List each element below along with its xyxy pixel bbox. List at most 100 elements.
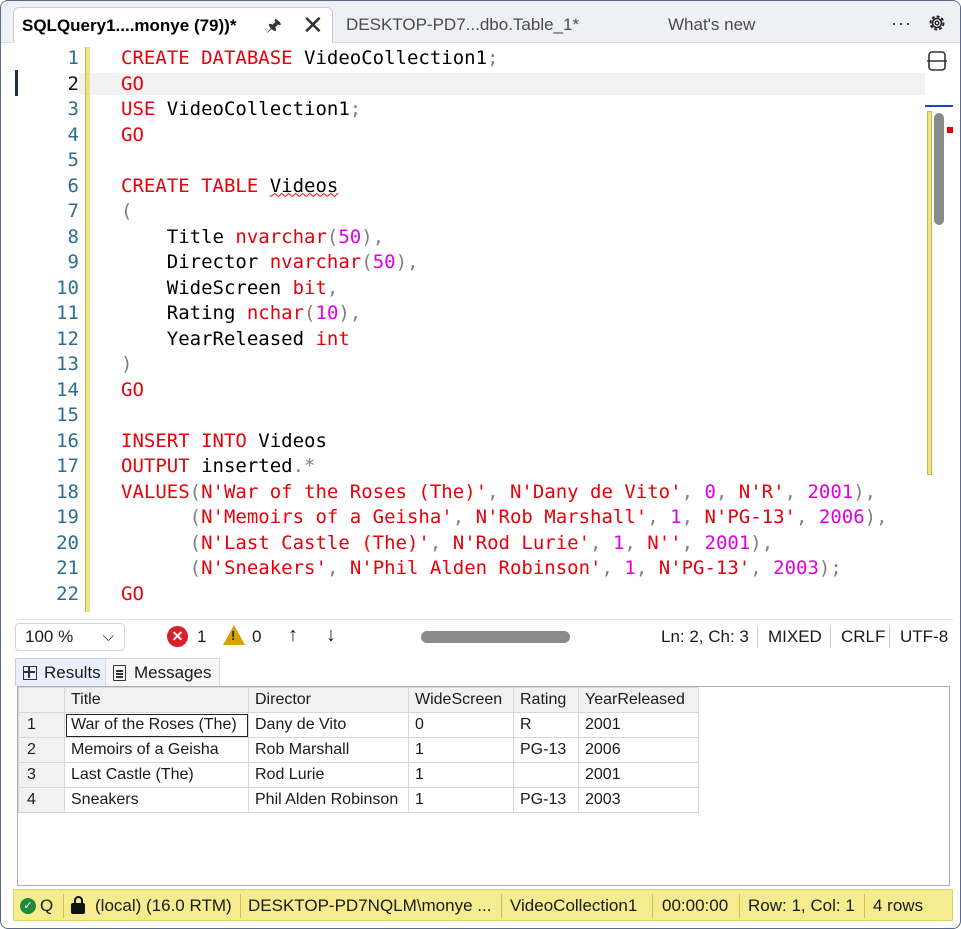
table-cell[interactable]: PG-13 (513, 787, 579, 813)
zoom-dropdown[interactable]: 100 % ⌵ (15, 623, 125, 651)
code-line[interactable]: 10 WideScreen bit, (15, 276, 915, 302)
code-token: nvarchar (269, 251, 362, 273)
code-line[interactable]: 3 USE VideoCollection1; (15, 97, 915, 123)
code-line[interactable]: 4 GO (15, 123, 915, 149)
line-ending-mode[interactable]: MIXED (768, 627, 822, 647)
tab-sqlquery1[interactable]: SQLQuery1....monye (79))* 🖈 ✕ (13, 7, 333, 43)
gear-icon[interactable] (927, 13, 947, 33)
encoding[interactable]: UTF-8 (900, 627, 948, 647)
ssms-window: SQLQuery1....monye (79))* 🖈 ✕ DESKTOP-PD… (0, 0, 961, 929)
table-cell[interactable]: Dany de Vito (248, 712, 409, 738)
database-name[interactable]: VideoCollection1 (510, 896, 637, 916)
line-number: 17 (56, 455, 79, 477)
code-token: GO (121, 582, 144, 605)
line-number: 3 (67, 98, 79, 120)
tab-whats-new[interactable]: What's new (668, 7, 755, 43)
code-line[interactable]: 20 (N'Last Castle (The)', N'Rod Lurie', … (15, 531, 915, 557)
code-token: , (452, 506, 476, 528)
split-editor-icon[interactable] (925, 49, 949, 73)
code-line[interactable]: 7( (15, 199, 915, 225)
row-number-header[interactable] (18, 687, 65, 713)
code-line[interactable]: 15 (15, 403, 915, 429)
code-line[interactable]: 13) (15, 352, 915, 378)
code-line[interactable]: 17 OUTPUT inserted.* (15, 454, 915, 480)
horizontal-scroll-thumb[interactable] (421, 631, 570, 643)
code-line[interactable]: 18 VALUES(N'War of the Roses (The)', N'Da… (15, 480, 915, 506)
error-icon[interactable]: ✕ (167, 626, 188, 647)
query-editor[interactable]: 1 CREATE DATABASE VideoCollection1; 2 GO 3 US… (15, 44, 953, 617)
server-version[interactable]: (local) (16.0 RTM) (95, 896, 232, 916)
table-cell[interactable]: Sneakers (64, 787, 249, 813)
code-token: , (681, 506, 705, 528)
table-cell[interactable]: PG-13 (513, 737, 579, 763)
column-header[interactable]: WideScreen (408, 687, 514, 713)
error-count[interactable]: 1 (197, 627, 206, 647)
line-number: 10 (56, 276, 79, 299)
tab-table-designer[interactable]: DESKTOP-PD7...dbo.Table_1* (346, 7, 579, 43)
table-cell[interactable]: 2006 (578, 737, 699, 763)
table-cell[interactable] (513, 762, 579, 788)
tab-results[interactable]: Results (15, 658, 110, 686)
vertical-scrollbar[interactable] (925, 105, 953, 475)
close-icon[interactable]: ✕ (302, 7, 324, 43)
arrow-up-icon[interactable]: ↑ (288, 624, 298, 647)
code-line[interactable]: 19 (N'Memoirs of a Geisha', N'Rob Marsha… (15, 505, 915, 531)
code-token: 1 (670, 506, 682, 528)
code-token: INSERT INTO (121, 429, 247, 452)
table-cell[interactable]: Last Castle (The) (64, 762, 249, 788)
table-cell[interactable]: R (513, 712, 579, 738)
code-token: , (647, 506, 671, 528)
table-cell[interactable]: 2003 (578, 787, 699, 813)
code-token: 2001 (704, 531, 751, 554)
code-line[interactable]: 12 YearReleased int (15, 327, 915, 353)
row-number[interactable]: 1 (18, 712, 65, 738)
more-options-icon[interactable]: ··· (891, 13, 912, 34)
table-cell[interactable]: 1 (408, 737, 514, 763)
table-cell[interactable]: 2001 (578, 712, 699, 738)
code-line[interactable]: 1 CREATE DATABASE VideoCollection1; (15, 46, 915, 72)
line-ending[interactable]: CRLF (841, 627, 885, 647)
code-token: N'Memoirs of a Geisha' (201, 506, 453, 528)
code-line[interactable]: 11 Rating nchar(10), (15, 301, 915, 327)
scroll-thumb[interactable] (934, 113, 944, 225)
tab-messages[interactable]: Messages (105, 658, 221, 686)
caret-position[interactable]: Ln: 2, Ch: 3 (661, 627, 749, 647)
results-grid[interactable]: Title Director WideScreen Rating YearRel… (17, 686, 950, 886)
table-cell[interactable]: Rob Marshall (248, 737, 409, 763)
warning-icon[interactable]: ! (223, 625, 245, 645)
row-number[interactable]: 2 (18, 737, 65, 763)
table-cell[interactable]: 1 (408, 787, 514, 813)
code-text: ) (121, 352, 132, 378)
table-cell[interactable]: Memoirs of a Geisha (64, 737, 249, 763)
table-cell[interactable]: Rod Lurie (248, 762, 409, 788)
row-number[interactable]: 3 (18, 762, 65, 788)
column-header[interactable]: Rating (513, 687, 579, 713)
code-line[interactable]: 9 Director nvarchar(50), (15, 250, 915, 276)
arrow-down-icon[interactable]: ↓ (326, 624, 336, 647)
code-line[interactable]: 21 (N'Sneakers', N'Phil Alden Robinson',… (15, 556, 915, 582)
table-cell[interactable]: Phil Alden Robinson (248, 787, 409, 813)
pin-icon[interactable]: 🖈 (266, 8, 282, 44)
code-line[interactable]: 8 Title nvarchar(50), (15, 225, 915, 251)
code-line[interactable]: 2 GO (15, 72, 915, 98)
code-line[interactable]: 22 GO (15, 582, 915, 608)
column-header[interactable]: YearReleased (578, 687, 699, 713)
code-line[interactable]: 14 GO (15, 378, 915, 404)
line-number: 15 (56, 404, 79, 426)
line-number: 9 (67, 251, 79, 273)
login-name[interactable]: DESKTOP-PD7NQLM\monye ... (248, 896, 491, 916)
table-cell[interactable]: 0 (408, 712, 514, 738)
elapsed-time: 00:00:00 (662, 896, 729, 915)
code-line[interactable]: 6 CREATE TABLE Videos (15, 174, 915, 200)
column-header[interactable]: Title (64, 687, 249, 713)
table-cell[interactable]: 1 (408, 762, 514, 788)
row-number[interactable]: 4 (18, 787, 65, 813)
table-cell[interactable]: War of the Roses (The) (64, 712, 249, 738)
table-cell[interactable]: 2001 (578, 762, 699, 788)
column-header[interactable]: Director (248, 687, 409, 713)
divider (864, 894, 865, 918)
code-line[interactable]: 16 INSERT INTO Videos (15, 429, 915, 455)
code-token: N'Rob Marshall' (475, 506, 648, 528)
warning-count[interactable]: 0 (252, 627, 261, 647)
code-line[interactable]: 5 (15, 148, 915, 174)
